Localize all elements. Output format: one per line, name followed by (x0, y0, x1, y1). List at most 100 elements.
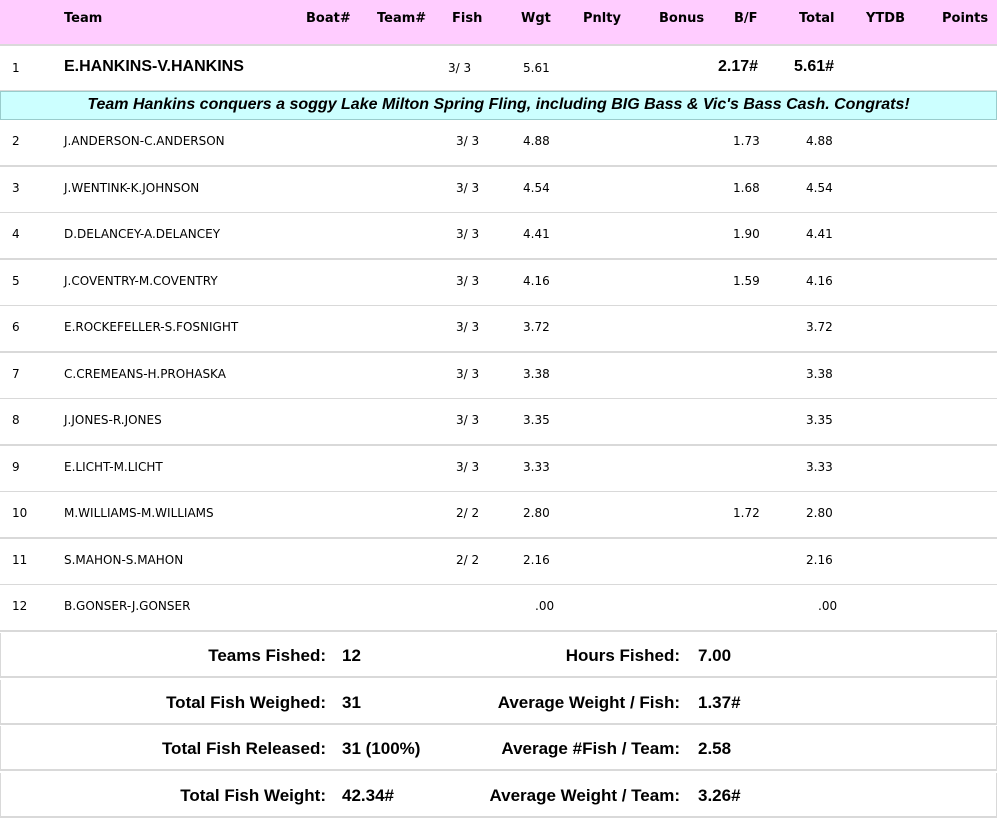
summary-label: Total Fish Released: (161, 739, 326, 758)
summary-label: Teams Fished: (208, 646, 326, 665)
table-row: 5 J.COVENTRY-M.COVENTRY 3/ 3 4.16 1.59 4.16 (0, 260, 997, 307)
team-cell: J.COVENTRY-M.COVENTRY (64, 274, 218, 288)
banner-text: Team Hankins conquers a soggy Lake Milto… (87, 96, 910, 113)
team-cell: C.CREMEANS-H.PROHASKA (64, 367, 226, 381)
results-header-row: Team Boat# Team# Fish Wgt Pnlty Bonus B/… (0, 0, 997, 46)
fish-cell: 3/ 3 (456, 134, 480, 148)
big-fish-cell: 1.73 (733, 134, 760, 148)
fish-cell: 3/ 3 (456, 320, 480, 334)
weight-cell: 4.41 (523, 227, 550, 241)
col-header-boat: Boat# (306, 11, 351, 26)
weight-cell: 3.38 (523, 367, 550, 381)
col-header-bonus: Bonus (659, 11, 705, 26)
col-header-teamnum: Team# (377, 11, 427, 26)
summary-row: Total Fish Released: 31 (100%) Average #Fi… (0, 726, 997, 771)
summary-label: Average Weight / Fish: (497, 693, 680, 712)
team-cell: D.DELANCEY-A.DELANCEY (64, 227, 221, 241)
weight-cell: 3.72 (523, 320, 550, 334)
weight-cell: 4.54 (523, 181, 550, 195)
big-fish-cell: 1.68 (733, 181, 760, 195)
total-cell: 2.16 (806, 553, 833, 567)
total-cell: .00 (818, 599, 838, 613)
fish-cell: 3/ 3 (456, 367, 480, 381)
table-row: 11 S.MAHON-S.MAHON 2/ 2 2.16 2.16 (0, 539, 997, 586)
summary-value: 1.37# (698, 693, 741, 712)
summary-value: 12 (342, 646, 361, 665)
table-row: 7 C.CREMEANS-H.PROHASKA 3/ 3 3.38 3.38 (0, 353, 997, 400)
team-cell: J.ANDERSON-C.ANDERSON (64, 134, 225, 148)
table-row: 6 E.ROCKEFELLER-S.FOSNIGHT 3/ 3 3.72 3.72 (0, 306, 997, 353)
summary-value: 31 (342, 693, 361, 712)
total-cell: 4.88 (806, 134, 833, 148)
summary-value: 42.34# (342, 786, 394, 805)
fish-cell: 3/ 3 (448, 61, 472, 75)
col-header-ytdb: YTDB (866, 11, 905, 26)
weight-cell: .00 (535, 599, 555, 613)
total-cell: 4.54 (806, 181, 833, 195)
summary-label: Average Weight / Team: (489, 786, 680, 805)
total-cell: 2.80 (806, 506, 833, 520)
place-cell: 4 (12, 227, 20, 241)
total-cell: 4.41 (806, 227, 833, 241)
weight-cell: 5.61 (523, 61, 550, 75)
col-header-wgt: Wgt (521, 11, 551, 26)
table-row: 10 M.WILLIAMS-M.WILLIAMS 2/ 2 2.80 1.72 2.80 (0, 492, 997, 539)
summary-value: 2.58 (698, 739, 732, 758)
place-cell: 6 (12, 320, 20, 334)
fish-cell: 3/ 3 (456, 274, 480, 288)
place-cell: 10 (12, 506, 28, 520)
table-row: 4 D.DELANCEY-A.DELANCEY 3/ 3 4.41 1.90 4.41 (0, 213, 997, 260)
place-cell: 12 (12, 599, 28, 613)
team-cell: B.GONSER-J.GONSER (64, 599, 191, 613)
fish-cell: 3/ 3 (456, 413, 480, 427)
weight-cell: 3.35 (523, 413, 550, 427)
big-fish-cell: 1.90 (733, 227, 760, 241)
col-header-fish: Fish (452, 11, 483, 26)
fish-cell: 2/ 2 (456, 506, 480, 520)
summary-label: Average #Fish / Team: (501, 739, 680, 758)
summary-label: Hours Fished: (565, 646, 680, 665)
total-cell: 3.38 (806, 367, 833, 381)
fish-cell: 3/ 3 (456, 460, 480, 474)
col-header-points: Points (942, 11, 989, 26)
place-cell: 9 (12, 460, 20, 474)
table-row: 9 E.LICHT-M.LICHT 3/ 3 3.33 3.33 (0, 446, 997, 493)
summary-value: 31 (100%) (342, 739, 421, 758)
big-fish-cell: 2.17# (718, 58, 759, 75)
summary-row: Total Fish Weighed: 31 Average Weight / Fi… (0, 680, 997, 725)
team-cell: E.HANKINS-V.HANKINS (64, 58, 244, 75)
team-cell: M.WILLIAMS-M.WILLIAMS (64, 506, 214, 520)
summary-value: 3.26# (698, 786, 741, 805)
col-header-pnlty: Pnlty (583, 11, 621, 26)
winner-banner: Team Hankins conquers a soggy Lake Milto… (0, 91, 997, 120)
team-cell: J.JONES-R.JONES (64, 413, 162, 427)
place-cell: 7 (12, 367, 20, 381)
col-header-total: Total (799, 11, 835, 26)
team-cell: S.MAHON-S.MAHON (64, 553, 184, 567)
place-cell: 11 (12, 553, 28, 567)
weight-cell: 2.80 (523, 506, 550, 520)
summary-label: Total Fish Weighed: (166, 693, 326, 712)
weight-cell: 3.33 (523, 460, 550, 474)
table-row: 3 J.WENTINK-K.JOHNSON 3/ 3 4.54 1.68 4.54 (0, 167, 997, 214)
col-header-team: Team (64, 11, 103, 26)
summary-row: Total Fish Weight: 42.34# Average Weight /… (0, 773, 997, 818)
fish-cell: 3/ 3 (456, 227, 480, 241)
results-page: Team Boat# Team# Fish Wgt Pnlty Bonus B/… (0, 0, 999, 820)
table-row: 2 J.ANDERSON-C.ANDERSON 3/ 3 4.88 1.73 4.88 (0, 120, 997, 167)
total-cell: 3.33 (806, 460, 833, 474)
table-row: 8 J.JONES-R.JONES 3/ 3 3.35 3.35 (0, 399, 997, 446)
fish-cell: 2/ 2 (456, 553, 480, 567)
summary-value: 7.00 (698, 646, 732, 665)
big-fish-cell: 1.59 (733, 274, 760, 288)
place-cell: 8 (12, 413, 20, 427)
weight-cell: 2.16 (523, 553, 550, 567)
winner-row: 1 E.HANKINS-V.HANKINS 3/ 3 5.61 2.17# 5.… (0, 46, 997, 92)
total-cell: 4.16 (806, 274, 833, 288)
big-fish-cell: 1.72 (733, 506, 760, 520)
place-cell: 5 (12, 274, 20, 288)
place-cell: 2 (12, 134, 20, 148)
fish-cell: 3/ 3 (456, 181, 480, 195)
col-header-bf: B/F (734, 11, 758, 26)
summary-row: Teams Fished: 12 Hours Fished: 7.00 (0, 633, 997, 678)
